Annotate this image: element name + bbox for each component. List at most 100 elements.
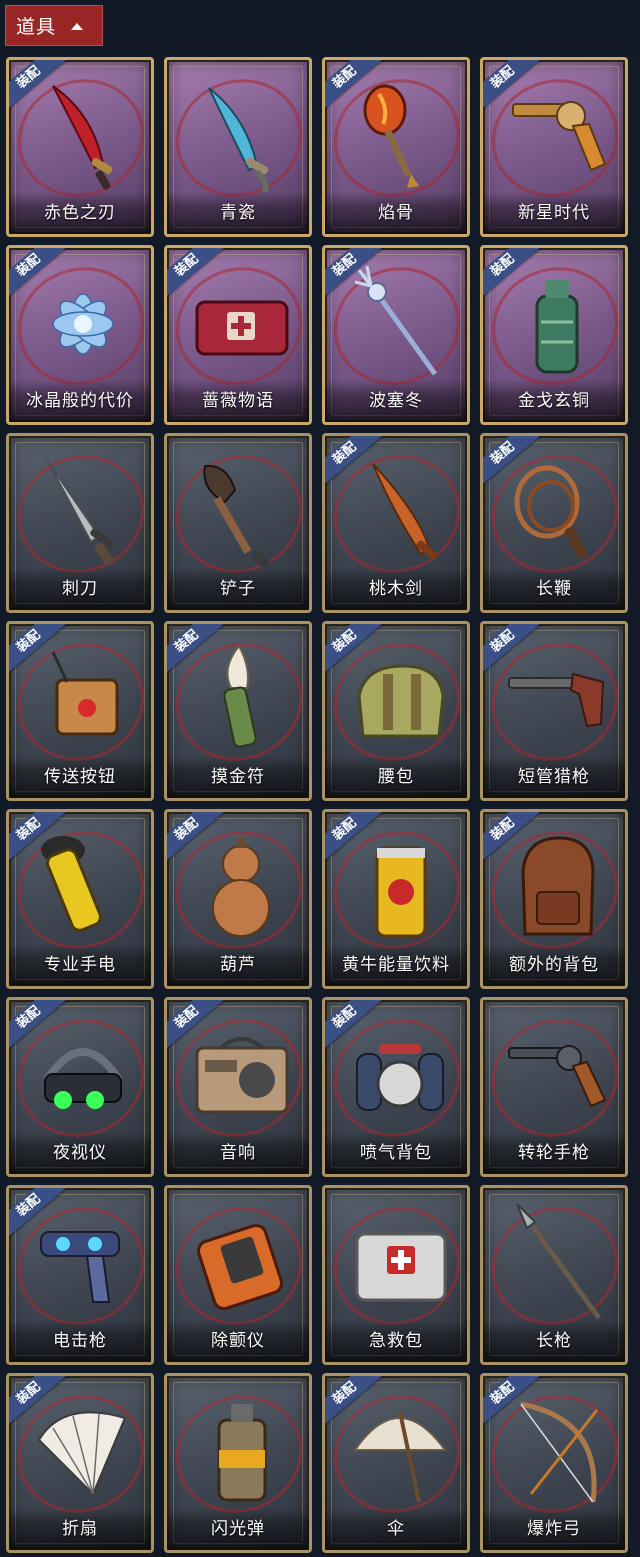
item-name: 长枪 xyxy=(536,1331,572,1351)
item-name: 桃木剑 xyxy=(369,579,423,599)
item-card[interactable]: 折扇 装配 xyxy=(6,1373,154,1553)
rose-medkit-icon xyxy=(195,300,289,356)
revolver-icon xyxy=(508,1045,607,1108)
backpack-icon xyxy=(521,836,595,936)
whip-icon xyxy=(514,465,588,559)
item-name: 金戈玄铜 xyxy=(518,391,590,411)
item-name: 蔷薇物语 xyxy=(202,391,274,411)
radio-icon xyxy=(195,1037,289,1114)
item-card[interactable]: 金戈玄铜 装配 xyxy=(480,245,628,425)
flashlight-icon xyxy=(41,836,102,932)
gourd-icon xyxy=(212,838,270,937)
trident-icon xyxy=(354,265,438,376)
item-card[interactable]: 转轮手枪 xyxy=(480,997,628,1177)
item-card[interactable]: 闪光弹 xyxy=(164,1373,312,1553)
item-name: 刺刀 xyxy=(62,579,98,599)
blue-dagger-icon xyxy=(208,87,269,192)
item-name: 传送按钮 xyxy=(44,767,116,787)
waist-bag-icon xyxy=(357,664,445,738)
item-card[interactable]: 除颤仪 xyxy=(164,1185,312,1365)
energy-drink-icon xyxy=(375,846,427,938)
defibrillator-icon xyxy=(196,1223,284,1311)
item-name: 急救包 xyxy=(369,1331,423,1351)
spear-icon xyxy=(516,1203,602,1320)
item-name: 伞 xyxy=(387,1519,405,1539)
item-grid: 赤色之刃 装配 青瓷 焰骨 装配 新星时代 装配 冰晶般的代价 装配 蔷薇物语 装配 波塞冬 装配 金戈玄… xyxy=(6,57,636,1553)
item-card[interactable]: 传送按钮 装配 xyxy=(6,621,154,801)
item-name: 赤色之刃 xyxy=(44,203,116,223)
item-name: 摸金符 xyxy=(211,767,265,787)
header-bar: 道具 xyxy=(0,0,640,52)
item-name: 夜视仪 xyxy=(53,1143,107,1163)
item-card[interactable]: 焰骨 装配 xyxy=(322,57,470,237)
jetpack-icon xyxy=(356,1044,444,1111)
item-name: 铲子 xyxy=(220,579,256,599)
night-vision-icon xyxy=(43,1048,123,1109)
item-name: 专业手电 xyxy=(44,955,116,975)
item-name: 除颤仪 xyxy=(211,1331,265,1351)
item-card[interactable]: 铲子 xyxy=(164,433,312,613)
item-card[interactable]: 波塞冬 装配 xyxy=(322,245,470,425)
golden-revolver-icon xyxy=(512,101,607,172)
item-name: 爆炸弓 xyxy=(527,1519,581,1539)
item-name: 闪光弹 xyxy=(211,1519,265,1539)
item-name: 腰包 xyxy=(378,767,414,787)
item-name: 电击枪 xyxy=(53,1331,107,1351)
chevron-up-icon xyxy=(71,22,84,30)
item-card[interactable]: 赤色之刃 装配 xyxy=(6,57,154,237)
item-card[interactable]: 伞装配 xyxy=(322,1373,470,1553)
flashbang-icon xyxy=(217,1404,267,1502)
item-name: 新星时代 xyxy=(518,203,590,223)
item-name: 波塞冬 xyxy=(369,391,423,411)
bronze-grenade-icon xyxy=(535,280,579,374)
item-name: 长鞭 xyxy=(536,579,572,599)
item-name: 冰晶般的代价 xyxy=(26,391,134,411)
item-name: 焰骨 xyxy=(378,203,414,223)
items-category-tab[interactable]: 道具 xyxy=(5,5,103,46)
explosive-bow-icon xyxy=(520,1401,599,1503)
bayonet-icon xyxy=(46,459,114,566)
item-card[interactable]: 急救包 xyxy=(322,1185,470,1365)
item-name: 喷气背包 xyxy=(360,1143,432,1163)
item-card[interactable]: 长枪 xyxy=(480,1185,628,1365)
teleport-button-icon xyxy=(51,651,119,736)
item-card[interactable]: 长鞭 装配 xyxy=(480,433,628,613)
item-name: 短管猎枪 xyxy=(518,767,590,787)
item-card[interactable]: 桃木剑 装配 xyxy=(322,433,470,613)
item-card[interactable]: 爆炸弓 装配 xyxy=(480,1373,628,1553)
item-card[interactable]: 黄牛能量饮料 装配 xyxy=(322,809,470,989)
item-card[interactable]: 葫芦 装配 xyxy=(164,809,312,989)
first-aid-kit-icon xyxy=(355,1232,447,1302)
item-name: 额外的背包 xyxy=(509,955,599,975)
shovel-icon xyxy=(203,464,271,568)
item-card[interactable]: 电击枪 装配 xyxy=(6,1185,154,1365)
ice-lotus-icon xyxy=(52,293,114,355)
item-card[interactable]: 新星时代 装配 xyxy=(480,57,628,237)
stun-gun-icon xyxy=(40,1231,120,1303)
item-card[interactable]: 刺刀 xyxy=(6,433,154,613)
item-card[interactable]: 摸金符 装配 xyxy=(164,621,312,801)
item-card[interactable]: 夜视仪 装配 xyxy=(6,997,154,1177)
item-name: 青瓷 xyxy=(220,203,256,223)
shotgun-icon xyxy=(508,672,605,728)
folding-fan-icon xyxy=(37,1411,127,1496)
item-card[interactable]: 专业手电 装配 xyxy=(6,809,154,989)
item-card[interactable]: 腰包 装配 xyxy=(322,621,470,801)
item-card[interactable]: 冰晶般的代价 装配 xyxy=(6,245,154,425)
red-dagger-icon xyxy=(52,85,113,190)
item-name: 转轮手枪 xyxy=(518,1143,590,1163)
wooden-sword-icon xyxy=(372,463,438,560)
item-card[interactable]: 短管猎枪 装配 xyxy=(480,621,628,801)
item-name: 黄牛能量饮料 xyxy=(342,955,450,975)
item-card[interactable]: 蔷薇物语 装配 xyxy=(164,245,312,425)
tooth-charm-icon xyxy=(223,644,257,748)
item-name: 折扇 xyxy=(62,1519,98,1539)
tab-label: 道具 xyxy=(16,16,57,38)
item-card[interactable]: 额外的背包 装配 xyxy=(480,809,628,989)
item-card[interactable]: 音响 装配 xyxy=(164,997,312,1177)
item-card[interactable]: 青瓷 xyxy=(164,57,312,237)
item-name: 音响 xyxy=(220,1143,256,1163)
flame-shovel-icon xyxy=(363,84,419,188)
item-card[interactable]: 喷气背包 装配 xyxy=(322,997,470,1177)
item-name: 葫芦 xyxy=(220,955,256,975)
